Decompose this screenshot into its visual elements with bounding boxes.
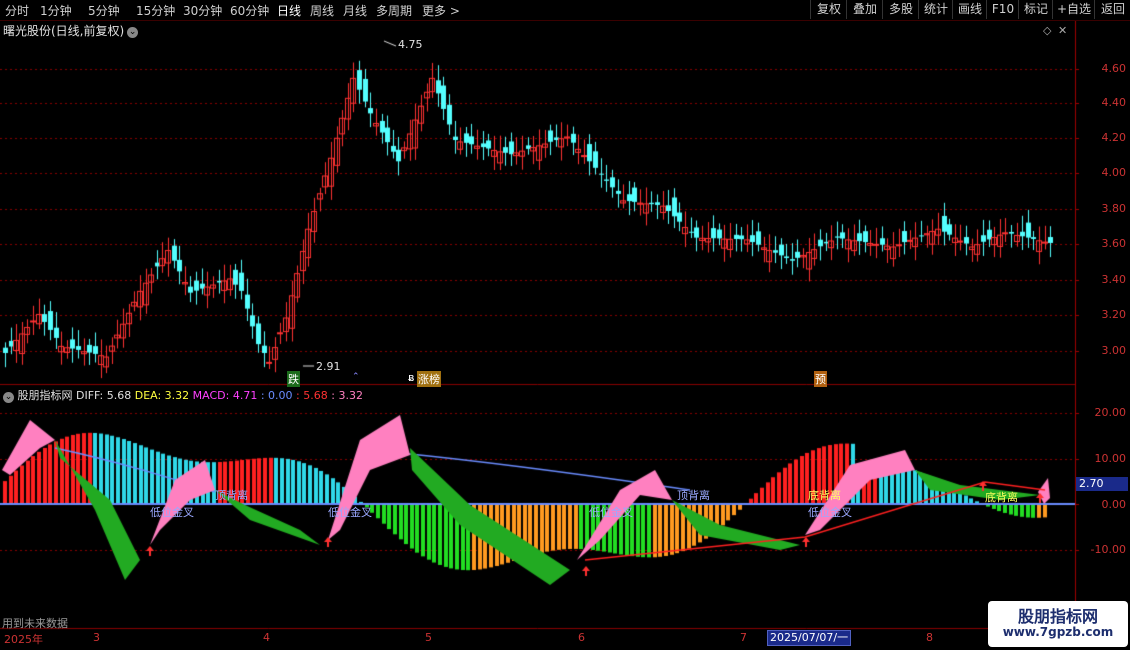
bottom-divergence-label: 底背离 — [808, 489, 841, 502]
double-up-arrow-icon: ⌃ — [352, 372, 360, 382]
signal-forecast-badge[interactable]: 预 — [814, 371, 827, 387]
low-price-label: 2.91 — [316, 360, 341, 373]
macd-value: MACD: 4.71 — [192, 389, 258, 402]
signal-fall-badge[interactable]: 跌 — [287, 371, 300, 387]
mark-button[interactable]: 标记 — [1018, 0, 1053, 19]
price-tick: 4.60 — [1101, 62, 1127, 75]
price-tick: 4.40 — [1101, 96, 1127, 109]
multi-stock-button[interactable]: 多股 — [882, 0, 919, 19]
tab-multi-period[interactable]: 多周期 — [376, 2, 412, 19]
close-icon[interactable]: ✕ — [1058, 24, 1067, 37]
chart-canvas[interactable] — [0, 0, 1130, 650]
low-golden-cross-label: 低位金叉 — [150, 506, 194, 519]
fuquan-button[interactable]: 复权 — [810, 0, 847, 19]
site-logo: 股朋指标网 www.7gpzb.com — [988, 601, 1128, 647]
tab-1min[interactable]: 1分钟 — [40, 2, 72, 19]
back-button[interactable]: 返回 — [1094, 0, 1130, 19]
tab-daily[interactable]: 日线 — [277, 2, 301, 19]
price-tick: 3.60 — [1101, 237, 1127, 250]
low-golden-cross-label: 低位金叉 — [328, 506, 372, 519]
chevron-down-icon[interactable]: ⌄ — [127, 27, 139, 38]
sub-tick: 10.00 — [1094, 452, 1127, 465]
top-divergence-label: 顶背离 — [215, 489, 248, 502]
sub-tick: -10.00 — [1090, 543, 1126, 556]
current-value-badge: 2.70 — [1076, 477, 1128, 491]
price-tick: 3.40 — [1101, 273, 1127, 286]
tab-30min[interactable]: 30分钟 — [183, 2, 222, 19]
cursor-date-badge: 2025/07/07/一 — [767, 630, 852, 646]
m2-value: : 5.68 — [296, 389, 328, 402]
price-tick: 3.20 — [1101, 308, 1127, 321]
tab-weekly[interactable]: 周线 — [310, 2, 334, 19]
price-tick: 3.80 — [1101, 202, 1127, 215]
overlay-button[interactable]: 叠加 — [846, 0, 883, 19]
sub-tick: 0.00 — [1101, 498, 1127, 511]
stats-button[interactable]: 统计 — [918, 0, 953, 19]
chart-title[interactable]: 曙光股份(日线,前复权) ⌄ — [3, 22, 139, 39]
low-golden-cross-label: 低位金叉 — [808, 506, 852, 519]
tab-monthly[interactable]: 月线 — [343, 2, 367, 19]
f10-button[interactable]: F10 — [986, 0, 1019, 19]
chevron-down-icon[interactable]: ⌄ — [3, 392, 14, 403]
m1-value: : 0.00 — [260, 389, 293, 402]
bottom-divergence-label: 底背离 — [985, 491, 1018, 504]
price-tick: 3.00 — [1101, 344, 1127, 357]
signal-limit-up-badge[interactable]: 涨榜 — [417, 371, 441, 387]
chart-title-text: 曙光股份(日线,前复权) — [3, 24, 125, 38]
dea-value: DEA: 3.32 — [134, 389, 190, 402]
date-tick: 5 — [425, 631, 432, 644]
date-tick: 4 — [263, 631, 270, 644]
indicator-header[interactable]: ⌄ 股朋指标网 DIFF: 5.68 DEA: 3.32 MACD: 4.71 … — [3, 387, 363, 403]
draw-line-button[interactable]: 画线 — [952, 0, 987, 19]
tab-60min[interactable]: 60分钟 — [230, 2, 269, 19]
site-url: www.7gpzb.com — [1002, 625, 1114, 639]
diff-value: DIFF: 5.68 — [76, 389, 132, 402]
tab-fenshi[interactable]: 分时 — [5, 2, 29, 19]
date-tick: 2025年 — [4, 633, 43, 646]
diamond-icon[interactable]: ◇ — [1043, 24, 1051, 37]
date-tick: 3 — [93, 631, 100, 644]
tab-15min[interactable]: 15分钟 — [136, 2, 175, 19]
sub-tick: 20.00 — [1094, 406, 1127, 419]
indicator-name: 股朋指标网 — [17, 389, 73, 402]
top-divergence-label: 顶背离 — [677, 489, 710, 502]
date-tick: 6 — [578, 631, 585, 644]
tab-more[interactable]: 更多 > — [422, 2, 460, 19]
tab-5min[interactable]: 5分钟 — [88, 2, 120, 19]
m3-value: : 3.32 — [331, 389, 363, 402]
price-tick: 4.20 — [1101, 131, 1127, 144]
date-tick: 8 — [926, 631, 933, 644]
add-watchlist-button[interactable]: +自选 — [1052, 0, 1095, 19]
date-tick: 7 — [740, 631, 747, 644]
price-tick: 4.00 — [1101, 166, 1127, 179]
site-name: 股朋指标网 — [1017, 607, 1098, 626]
glyph-icon: ᴃ — [408, 371, 415, 384]
period-toolbar: 分时 1分钟 5分钟 15分钟 30分钟 60分钟 日线 周线 月线 多周期 更… — [0, 0, 1130, 21]
future-data-note: 用到未来数据 — [2, 617, 68, 630]
high-price-label: 4.75 — [398, 38, 423, 51]
low-golden-cross-label: 低位金叉 — [589, 506, 633, 519]
